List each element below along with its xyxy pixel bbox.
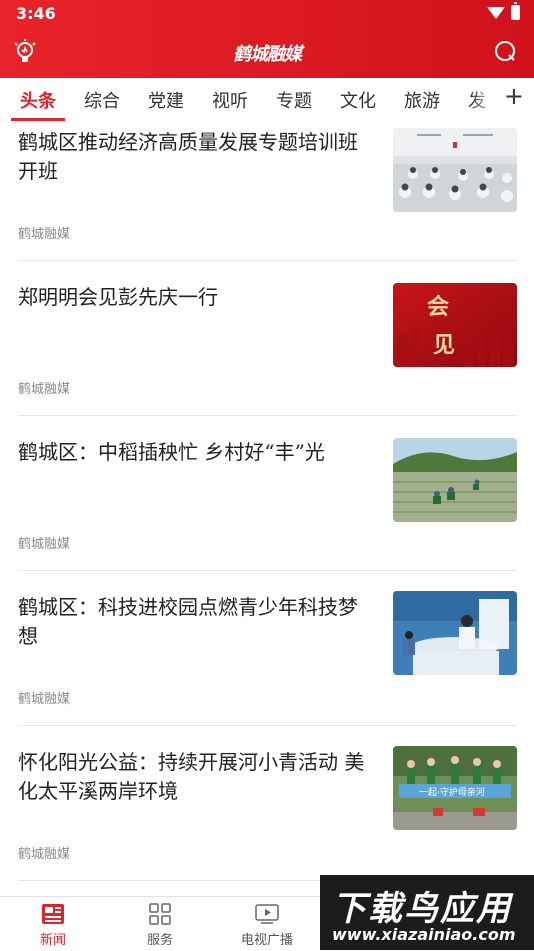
news-source: 鹤城融媒: [18, 227, 71, 242]
news-item[interactable]: 鹤城区推动经济高质量发展专题培训班开班 鹤城融媒: [0, 122, 534, 276]
news-source: 鹤城融媒: [18, 382, 71, 397]
nav-label: 新闻: [39, 933, 66, 948]
watermark-line-1: 下载鸟应用: [332, 889, 512, 929]
news-title: 怀化阳光公益：持续开展河小青活动 美化太平溪两岸环境: [18, 750, 365, 803]
news-item[interactable]: 怀化阳光公益：持续开展河小青活动 美化太平溪两岸环境 鹤城融媒 一起·守护母亲河: [0, 742, 534, 896]
status-bar: 3:46: [0, 0, 534, 28]
nav-news[interactable]: 新闻: [13, 897, 93, 951]
news-thumbnail: 会 见: [393, 283, 517, 367]
news-title: 鹤城区推动经济高质量发展专题培训班开班: [18, 130, 358, 183]
nav-label: 电视广播: [240, 933, 293, 948]
divider: [18, 415, 517, 416]
watermark-line-2: www.xiazainiao.com: [332, 925, 516, 944]
divider: [18, 570, 517, 571]
watermark-logo: 下载鸟应用 www.xiazainiao.com: [320, 875, 534, 950]
tab-party[interactable]: 党建: [148, 87, 184, 113]
tab-headlines[interactable]: 头条: [20, 87, 56, 113]
status-icons: [487, 2, 520, 20]
tab-travel[interactable]: 旅游: [404, 87, 440, 113]
battery-icon: [511, 2, 520, 20]
divider: [18, 725, 517, 726]
news-source: 鹤城融媒: [18, 692, 71, 707]
nav-tv-radio[interactable]: 电视广播: [227, 897, 307, 951]
thumbnail-text: 见: [433, 332, 456, 358]
wifi-icon: [487, 6, 505, 19]
news-icon: [42, 904, 64, 924]
nav-label: 服务: [146, 933, 173, 948]
news-item[interactable]: 鹤城区：中稻插秧忙 乡村好“丰”光 鹤城融媒: [0, 432, 534, 586]
divider: [18, 260, 517, 261]
category-tabs: 头条 综合 党建 视听 专题 文化 旅游 发 +: [0, 78, 534, 122]
active-tab-indicator: [11, 118, 65, 121]
tab-topics[interactable]: 专题: [276, 87, 312, 113]
news-thumbnail: [393, 591, 517, 675]
news-source: 鹤城融媒: [18, 847, 71, 862]
news-title: 鹤城区：中稻插秧忙 乡村好“丰”光: [18, 440, 325, 464]
tab-general[interactable]: 综合: [84, 87, 120, 113]
news-item[interactable]: 鹤城区：科技进校园点燃青少年科技梦想 鹤城融媒: [0, 587, 534, 741]
news-source: 鹤城融媒: [18, 537, 71, 552]
add-tab-icon[interactable]: +: [504, 82, 524, 110]
thumbnail-banner-text: 一起·守护母亲河: [419, 788, 485, 798]
tab-fade: [470, 78, 500, 122]
app-bar: 鹤城融媒: [0, 28, 534, 78]
news-title: 郑明明会见彭先庆一行: [18, 285, 218, 309]
nav-services[interactable]: 服务: [120, 897, 200, 951]
news-thumbnail: [393, 438, 517, 522]
status-time: 3:46: [16, 4, 56, 23]
news-thumbnail: [393, 128, 517, 212]
grid-icon: [149, 903, 171, 925]
tab-video[interactable]: 视听: [212, 87, 248, 113]
tv-icon: [255, 904, 279, 924]
tab-culture[interactable]: 文化: [340, 87, 376, 113]
search-icon[interactable]: [494, 40, 516, 62]
news-item[interactable]: 郑明明会见彭先庆一行 鹤城融媒 会 见: [0, 277, 534, 431]
app-header: 3:46 鹤城融媒: [0, 0, 534, 78]
news-thumbnail: 一起·守护母亲河: [393, 746, 517, 830]
news-title: 鹤城区：科技进校园点燃青少年科技梦想: [18, 595, 358, 648]
app-title: 鹤城融媒: [233, 44, 302, 65]
thumbnail-text: 会: [427, 294, 450, 320]
